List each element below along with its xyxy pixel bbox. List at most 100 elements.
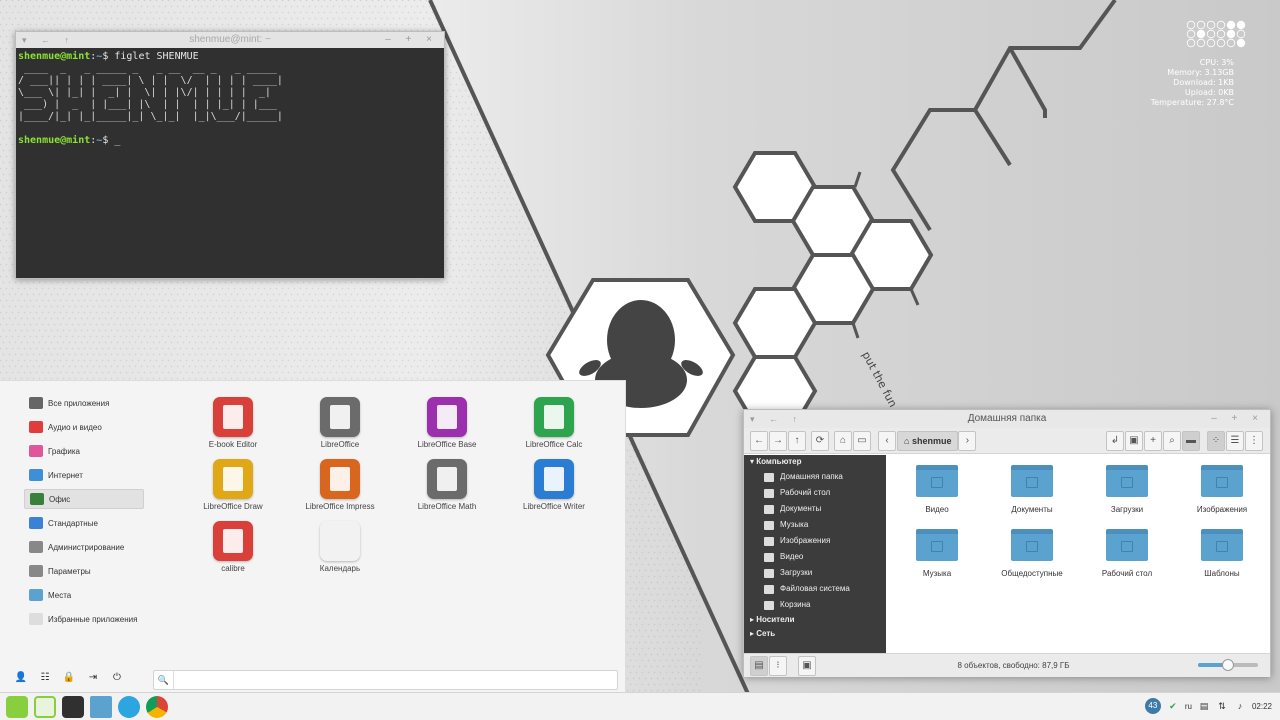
reload-button[interactable]: ⟳	[811, 430, 829, 451]
up-button[interactable]: ↑	[788, 430, 806, 451]
sidebar-item[interactable]: Домашняя папка	[744, 469, 886, 485]
app-launcher[interactable]: calibre	[180, 521, 286, 573]
show-desktop-icon[interactable]	[34, 695, 56, 718]
app-launcher[interactable]: LibreOffice Math	[394, 459, 500, 511]
pictures-folder-icon	[1201, 465, 1243, 497]
category-item[interactable]: Офис	[24, 489, 144, 509]
sidebar-item[interactable]: Видео	[744, 549, 886, 565]
preview-button[interactable]: ▬	[1182, 430, 1200, 451]
computer-button[interactable]: ▭	[853, 430, 871, 451]
search-button[interactable]: ⌕	[1163, 430, 1181, 451]
sidebar-item[interactable]: Файловая система	[744, 581, 886, 597]
folder-item[interactable]: Изображения	[1174, 455, 1270, 514]
folder-item[interactable]: Видео	[889, 455, 985, 514]
logout-icon[interactable]: ⇥	[86, 671, 100, 685]
user-icon[interactable]: 👤	[14, 671, 28, 685]
sidebar-item[interactable]: Музыка	[744, 517, 886, 533]
category-item[interactable]: Аудио и видео	[24, 417, 144, 437]
category-item[interactable]: Параметры	[24, 561, 144, 581]
power-icon[interactable]: ⏻	[110, 671, 124, 685]
update-badge[interactable]: 43	[1144, 698, 1161, 714]
sidebar-section[interactable]: ▾ Компьютер	[744, 455, 886, 469]
toggle-location-button[interactable]: ↲	[1106, 430, 1124, 451]
files-icon[interactable]	[90, 695, 112, 718]
list-view-button[interactable]: ☰	[1226, 430, 1244, 451]
search-icon: 🔍	[154, 671, 174, 689]
category-item[interactable]: Интернет	[24, 465, 144, 485]
zoom-slider[interactable]	[1198, 659, 1258, 671]
window-controls[interactable]: – + ×	[385, 32, 438, 48]
app-label: LibreOffice	[320, 440, 360, 449]
system-monitor-widget: CPU: 3% Memory: 3.13GB Download: 1KB Upl…	[1151, 58, 1234, 108]
terminal-output[interactable]: shenmue@mint:~$ figlet SHENMUE ____ _ _ …	[16, 48, 444, 150]
sidebar-section[interactable]: ▸ Носители	[744, 613, 886, 627]
window-menu-icons[interactable]: ▾ ← ↑	[750, 410, 803, 428]
folder-item[interactable]: Музыка	[889, 519, 985, 578]
new-folder-button[interactable]: +	[1144, 430, 1162, 451]
compact-view-button[interactable]: ⋮	[1245, 430, 1263, 451]
folder-item[interactable]: Документы	[984, 455, 1080, 514]
show-tree-button[interactable]: ⁝	[769, 655, 787, 676]
category-label: Аудио и видео	[48, 422, 102, 432]
window-controls[interactable]: – + ×	[1211, 410, 1264, 428]
sidebar-item-label: Корзина	[780, 600, 811, 609]
terminal-icon[interactable]	[62, 695, 84, 718]
clipboard-icon[interactable]: ▤	[1198, 700, 1210, 712]
category-item[interactable]: Избранные приложения	[24, 609, 144, 629]
network-icon[interactable]: ⇅	[1216, 700, 1228, 712]
folder-item[interactable]: Шаблоны	[1174, 519, 1270, 578]
chrome-icon[interactable]	[146, 695, 168, 718]
crumb-home[interactable]: ⌂ shenmue	[897, 430, 959, 451]
app-launcher[interactable]: LibreOffice Draw	[180, 459, 286, 511]
icon-view-button[interactable]: ⁘	[1207, 430, 1225, 451]
folder-item[interactable]: Рабочий стол	[1079, 519, 1175, 578]
app-launcher[interactable]: LibreOffice Calc	[501, 397, 607, 449]
menu-search-input[interactable]	[174, 675, 617, 685]
sidebar-section[interactable]: ▸ Сеть	[744, 627, 886, 641]
category-label: Администрирование	[48, 542, 125, 552]
show-places-button[interactable]: ▤	[750, 655, 768, 676]
volume-icon[interactable]: ♪	[1234, 700, 1246, 712]
settings-list-icon[interactable]: ☷	[38, 671, 52, 685]
forward-button[interactable]: →	[769, 430, 787, 451]
app-launcher[interactable]: LibreOffice Writer	[501, 459, 607, 511]
back-button[interactable]: ←	[750, 430, 768, 451]
folder-item[interactable]: Общедоступные	[984, 519, 1080, 578]
sidebar-item[interactable]: Документы	[744, 501, 886, 517]
crumb-right-arrow[interactable]: ›	[958, 430, 977, 451]
category-item[interactable]: Графика	[24, 441, 144, 461]
category-item[interactable]: Администрирование	[24, 537, 144, 557]
telegram-icon[interactable]	[118, 695, 140, 718]
mint-menu-icon[interactable]	[6, 695, 28, 718]
category-item[interactable]: Места	[24, 585, 144, 605]
clock[interactable]: 02:22	[1252, 702, 1272, 711]
place-icon	[764, 472, 774, 482]
shield-icon[interactable]: ✔	[1167, 700, 1179, 712]
crumb-left-arrow[interactable]: ‹	[878, 430, 896, 451]
file-manager-titlebar[interactable]: ▾ ← ↑ Домашняя папка – + ×	[744, 410, 1270, 428]
terminal-window[interactable]: ▾ ← ↑ shenmue@mint: ~ – + × shenmue@mint…	[15, 31, 445, 279]
app-launcher[interactable]: LibreOffice	[287, 397, 393, 449]
home-button[interactable]: ⌂	[834, 430, 852, 451]
category-item[interactable]: Все приложения	[24, 393, 144, 413]
folder-item[interactable]: Загрузки	[1079, 455, 1175, 514]
app-label: LibreOffice Math	[417, 502, 477, 511]
terminal-titlebar[interactable]: ▾ ← ↑ shenmue@mint: ~ – + ×	[16, 32, 444, 48]
window-menu-icons[interactable]: ▾ ← ↑	[22, 32, 75, 48]
sidebar-item[interactable]: Корзина	[744, 597, 886, 613]
file-manager-window[interactable]: ▾ ← ↑ Домашняя папка – + × ← → ↑ ⟳ ⌂ ▭ ‹…	[743, 409, 1271, 677]
sidebar-item-label: Документы	[780, 504, 822, 513]
sidebar-item[interactable]: Рабочий стол	[744, 485, 886, 501]
sidebar-item[interactable]: Загрузки	[744, 565, 886, 581]
category-item[interactable]: Стандартные	[24, 513, 144, 533]
hide-sidebar-button[interactable]: ▣	[798, 655, 816, 676]
app-launcher[interactable]: LibreOffice Base	[394, 397, 500, 449]
sidebar-item[interactable]: Изображения	[744, 533, 886, 549]
lock-icon[interactable]: 🔒	[62, 671, 76, 685]
open-terminal-button[interactable]: ▣	[1125, 430, 1143, 451]
app-launcher[interactable]: Календарь	[287, 521, 393, 573]
keyboard-layout[interactable]: ru	[1185, 702, 1192, 711]
app-launcher[interactable]: LibreOffice Impress	[287, 459, 393, 511]
app-launcher[interactable]: E-book Editor	[180, 397, 286, 449]
folder-label: Рабочий стол	[1101, 569, 1153, 578]
